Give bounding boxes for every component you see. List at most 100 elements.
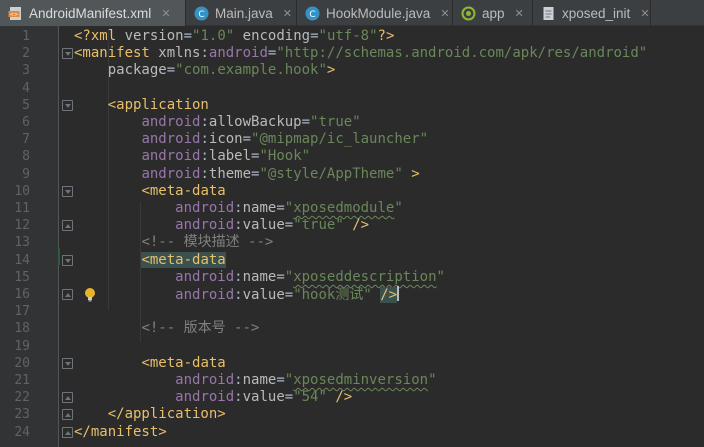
text-file-icon <box>543 6 554 20</box>
code-line-3[interactable]: 3 package="com.example.hook"> <box>0 62 704 79</box>
fold-toggle-icon[interactable] <box>62 392 73 404</box>
fold-toggle-icon[interactable] <box>62 185 73 197</box>
code-line-18[interactable]: 18 <!-- 版本号 --> <box>0 320 704 337</box>
line-number: 6 <box>22 115 30 130</box>
fold-toggle-icon[interactable] <box>62 48 73 60</box>
fold-toggle-icon[interactable] <box>62 99 73 111</box>
fold-toggle-icon[interactable] <box>62 409 73 421</box>
line-content[interactable]: android:name="xposeddescription" <box>74 269 445 286</box>
code-line-21[interactable]: 21 android:name="xposedminversion" <box>0 372 704 389</box>
line-content[interactable]: </application> <box>74 406 226 423</box>
line-number: 19 <box>14 338 30 354</box>
line-content[interactable]: <meta-data <box>74 251 226 269</box>
code-line-20[interactable]: 20 <meta-data <box>0 355 704 372</box>
svg-text:<>: <> <box>10 12 18 18</box>
close-tab-icon[interactable]: ✕ <box>440 7 449 20</box>
line-content[interactable]: package="com.example.hook"> <box>74 62 336 79</box>
code-line-6[interactable]: 6 android:allowBackup="true" <box>0 114 704 131</box>
line-number: 4 <box>22 80 30 96</box>
line-content[interactable]: android:value="true" /> <box>74 217 369 234</box>
tab-label: Main.java <box>215 5 273 21</box>
line-content[interactable]: android:value="hook测试" /> <box>74 286 399 304</box>
code-line-14[interactable]: 14 <meta-data <box>0 251 704 269</box>
line-content[interactable]: android:icon="@mipmap/ic_launcher" <box>74 131 428 148</box>
line-number: 1 <box>22 29 30 44</box>
code-line-15[interactable]: 15 android:name="xposeddescription" <box>0 269 704 286</box>
tab-xposed-init[interactable]: xposed_init ✕ <box>533 0 651 26</box>
line-content[interactable]: </manifest> <box>74 424 167 441</box>
close-tab-icon[interactable]: ✕ <box>283 7 292 20</box>
line-number: 16 <box>14 287 30 302</box>
editor-tab-bar: <> AndroidManifest.xml ✕ C Main.java ✕ C… <box>0 0 704 26</box>
code-editor[interactable]: 1 <?xml version="1.0" encoding="utf-8"?>… <box>0 26 704 447</box>
code-line-1[interactable]: 1 <?xml version="1.0" encoding="utf-8"?> <box>0 28 704 45</box>
line-number: 11 <box>14 201 30 216</box>
code-line-2[interactable]: 2 <manifest xmlns:android="http://schema… <box>0 45 704 62</box>
line-number: 15 <box>14 269 30 285</box>
line-content[interactable]: <!-- 模块描述 --> <box>74 234 273 251</box>
code-line-12[interactable]: 12 android:value="true" /> <box>0 217 704 234</box>
line-content[interactable]: <!-- 版本号 --> <box>74 320 259 337</box>
close-tab-icon[interactable]: ✕ <box>640 7 649 20</box>
fold-toggle-icon[interactable] <box>62 220 73 232</box>
java-class-icon: C <box>305 6 320 20</box>
tab-androidmanifest-xml[interactable]: <> AndroidManifest.xml ✕ <box>0 0 186 26</box>
svg-text:C: C <box>198 10 204 20</box>
close-tab-icon[interactable]: ✕ <box>161 7 170 20</box>
code-line-23[interactable]: 23 </application> <box>0 406 704 423</box>
code-line-11[interactable]: 11 android:name="xposedmodule" <box>0 200 704 217</box>
code-line-4[interactable]: 4 <box>0 80 704 97</box>
line-content[interactable]: android:name="xposedmodule" <box>74 200 403 217</box>
tab-label: HookModule.java <box>326 5 431 21</box>
text-cursor <box>397 286 399 301</box>
line-number: 21 <box>14 373 30 388</box>
tab-label: AndroidManifest.xml <box>29 5 152 21</box>
line-number: 9 <box>22 166 30 182</box>
line-number: 17 <box>14 304 30 320</box>
xml-file-icon: <> <box>8 6 21 20</box>
code-line-10[interactable]: 10 <meta-data <box>0 183 704 200</box>
code-line-16[interactable]: 16 android:value="hook测试" /> <box>0 286 704 303</box>
line-content[interactable]: android:name="xposedminversion" <box>74 372 436 389</box>
line-number: 2 <box>22 46 30 62</box>
line-number: 7 <box>22 132 30 148</box>
code-line-13[interactable]: 13 <!-- 模块描述 --> <box>0 234 704 251</box>
line-content[interactable]: android:value="54" /> <box>74 389 352 406</box>
close-tab-icon[interactable]: ✕ <box>515 7 524 20</box>
line-content[interactable]: android:allowBackup="true" <box>74 114 360 131</box>
tab-label: xposed_init <box>562 5 631 21</box>
line-number: 22 <box>14 390 30 406</box>
code-line-7[interactable]: 7 android:icon="@mipmap/ic_launcher" <box>0 131 704 148</box>
line-number: 8 <box>22 149 30 165</box>
line-number: 12 <box>14 218 30 234</box>
line-content[interactable]: <?xml version="1.0" encoding="utf-8"?> <box>74 28 394 45</box>
fold-toggle-icon[interactable] <box>62 289 73 300</box>
code-line-9[interactable]: 9 android:theme="@style/AppTheme" > <box>0 166 704 183</box>
line-content[interactable]: <application <box>74 97 209 114</box>
line-content[interactable]: android:theme="@style/AppTheme" > <box>74 166 419 183</box>
code-line-19[interactable]: 19 <box>0 338 704 355</box>
tab-app[interactable]: app ✕ <box>453 0 533 26</box>
fold-toggle-icon[interactable] <box>62 426 73 438</box>
line-content[interactable]: <meta-data <box>74 355 225 372</box>
code-line-5[interactable]: 5 <application <box>0 97 704 114</box>
line-number: 14 <box>14 252 30 268</box>
line-number: 3 <box>22 63 30 79</box>
line-content[interactable]: android:label="Hook" <box>74 148 310 165</box>
line-number: 13 <box>14 235 30 251</box>
fold-toggle-icon[interactable] <box>62 254 73 266</box>
tab-hookmodule-java[interactable]: C HookModule.java ✕ <box>297 0 453 26</box>
fold-toggle-icon[interactable] <box>62 357 73 369</box>
tab-label: app <box>482 5 505 21</box>
line-number: 24 <box>14 424 30 440</box>
line-content[interactable]: <manifest xmlns:android="http://schemas.… <box>74 45 647 62</box>
android-module-icon <box>461 6 476 20</box>
code-line-17[interactable]: 17 <box>0 303 704 320</box>
line-number: 5 <box>22 97 30 113</box>
java-class-icon: C <box>194 6 209 20</box>
line-content[interactable]: <meta-data <box>74 183 225 200</box>
code-line-24[interactable]: 24 </manifest> <box>0 424 704 441</box>
tab-main-java[interactable]: C Main.java ✕ <box>186 0 297 26</box>
code-line-22[interactable]: 22 android:value="54" /> <box>0 389 704 406</box>
code-line-8[interactable]: 8 android:label="Hook" <box>0 148 704 165</box>
